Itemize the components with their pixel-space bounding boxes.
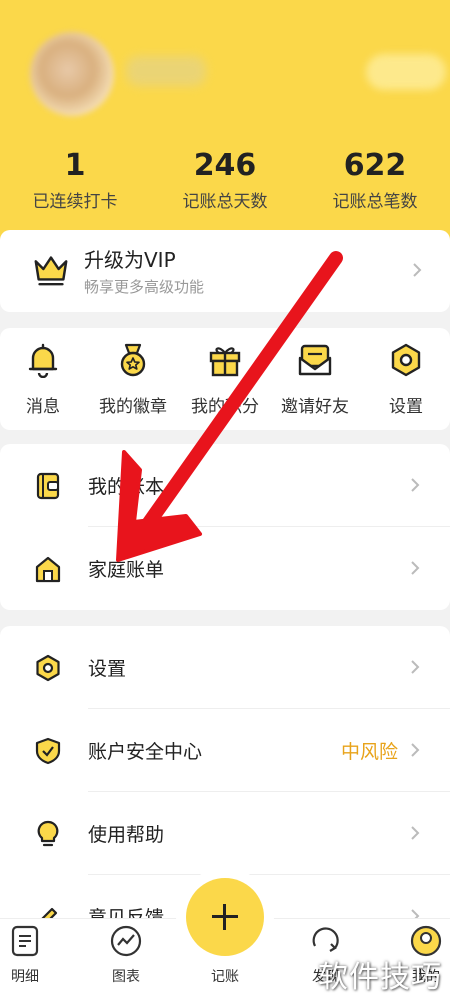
plus-icon <box>223 904 226 930</box>
stat-days[interactable]: 246 记账总天数 <box>150 148 300 212</box>
quick-action-label: 邀请好友 <box>281 397 349 417</box>
house-icon <box>35 556 61 583</box>
quick-action-label: 消息 <box>26 397 60 417</box>
menu-label: 账户安全中心 <box>88 741 203 763</box>
chevron-right-icon <box>411 478 420 492</box>
stat-entries[interactable]: 622 记账总笔数 <box>300 148 450 212</box>
tab-charts[interactable]: 图表 <box>86 924 166 986</box>
quick-action-settings[interactable]: 设置 <box>361 342 450 417</box>
add-record-button[interactable] <box>186 878 264 956</box>
menu-item-security-center[interactable]: 账户安全中心 中风险 <box>0 709 450 791</box>
menu-label: 家庭账单 <box>88 559 165 581</box>
tab-label: 图表 <box>112 969 140 985</box>
quick-action-messages[interactable]: 消息 <box>0 342 88 417</box>
menu-label: 我的账本 <box>88 476 165 498</box>
gift-icon <box>209 347 241 377</box>
hexagon-settings-icon <box>391 343 421 377</box>
quick-action-invite[interactable]: 邀请好友 <box>270 342 360 417</box>
medal-icon <box>120 343 146 377</box>
nickname-blurred <box>126 56 206 86</box>
menu-item-help[interactable]: 使用帮助 <box>0 792 450 874</box>
stat-checkin[interactable]: 1 已连续打卡 <box>0 148 150 212</box>
vip-title: 升级为VIP <box>84 248 176 272</box>
bell-icon <box>28 343 58 378</box>
chart-icon <box>110 925 142 957</box>
crown-icon <box>34 256 68 286</box>
tab-details[interactable]: 明细 <box>0 924 65 986</box>
tab-label: 记账 <box>211 969 239 985</box>
document-icon <box>11 925 39 957</box>
wallet-icon <box>36 472 60 500</box>
stat-label: 记账总天数 <box>182 192 268 212</box>
stats-row: 1 已连续打卡 246 记账总天数 622 记账总笔数 <box>0 148 450 218</box>
settings-icon <box>36 654 60 682</box>
chevron-right-icon <box>411 743 420 757</box>
stat-label: 已连续打卡 <box>32 192 118 212</box>
chevron-right-icon <box>413 263 422 277</box>
watermark-text: 软件技巧 <box>318 960 442 995</box>
menu-item-settings[interactable]: 设置 <box>0 626 450 708</box>
menu-label: 设置 <box>88 658 127 680</box>
header-action-button[interactable] <box>366 54 446 90</box>
tab-label: 明细 <box>11 969 39 985</box>
chevron-right-icon <box>411 826 420 840</box>
menu-item-my-books[interactable]: 我的账本 <box>0 444 450 526</box>
stat-label: 记账总笔数 <box>332 192 418 212</box>
lightbulb-icon <box>37 820 59 847</box>
menu-item-family-bill[interactable]: 家庭账单 <box>0 527 450 609</box>
quick-action-badges[interactable]: 我的徽章 <box>88 342 178 417</box>
stat-value: 622 <box>343 148 407 183</box>
quick-action-label: 我的积分 <box>191 397 259 417</box>
stat-value: 246 <box>193 148 257 183</box>
quick-action-label: 我的徽章 <box>99 397 167 417</box>
quick-action-points[interactable]: 我的积分 <box>180 342 270 417</box>
shield-icon <box>35 737 61 765</box>
menu-group-accounts: 我的账本 家庭账单 <box>0 444 450 610</box>
quick-action-label: 设置 <box>389 397 423 417</box>
risk-status: 中风险 <box>340 741 398 763</box>
stat-value: 1 <box>64 148 86 183</box>
envelope-icon <box>298 344 332 376</box>
menu-label: 使用帮助 <box>88 824 165 846</box>
avatar[interactable] <box>30 32 114 116</box>
chevron-right-icon <box>411 660 420 674</box>
vip-subtitle: 畅享更多高级功能 <box>84 278 205 296</box>
chevron-right-icon <box>411 561 420 575</box>
